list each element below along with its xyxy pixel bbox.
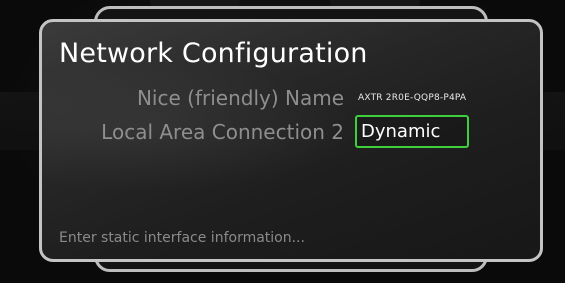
hint-text: Enter static interface information... (59, 230, 305, 246)
connection-mode-select[interactable]: Dynamic (355, 115, 469, 148)
screen: Network Configuration Nice (friendly) Na… (0, 0, 565, 283)
friendly-name-label: Nice (friendly) Name (136, 86, 344, 110)
connection-label: Local Area Connection 2 (101, 120, 344, 144)
friendly-name-value: AXTR 2R0E-QQP8-P4PA (358, 93, 467, 103)
dialog-title: Network Configuration (59, 38, 368, 69)
network-configuration-dialog: Network Configuration Nice (friendly) Na… (39, 19, 543, 262)
